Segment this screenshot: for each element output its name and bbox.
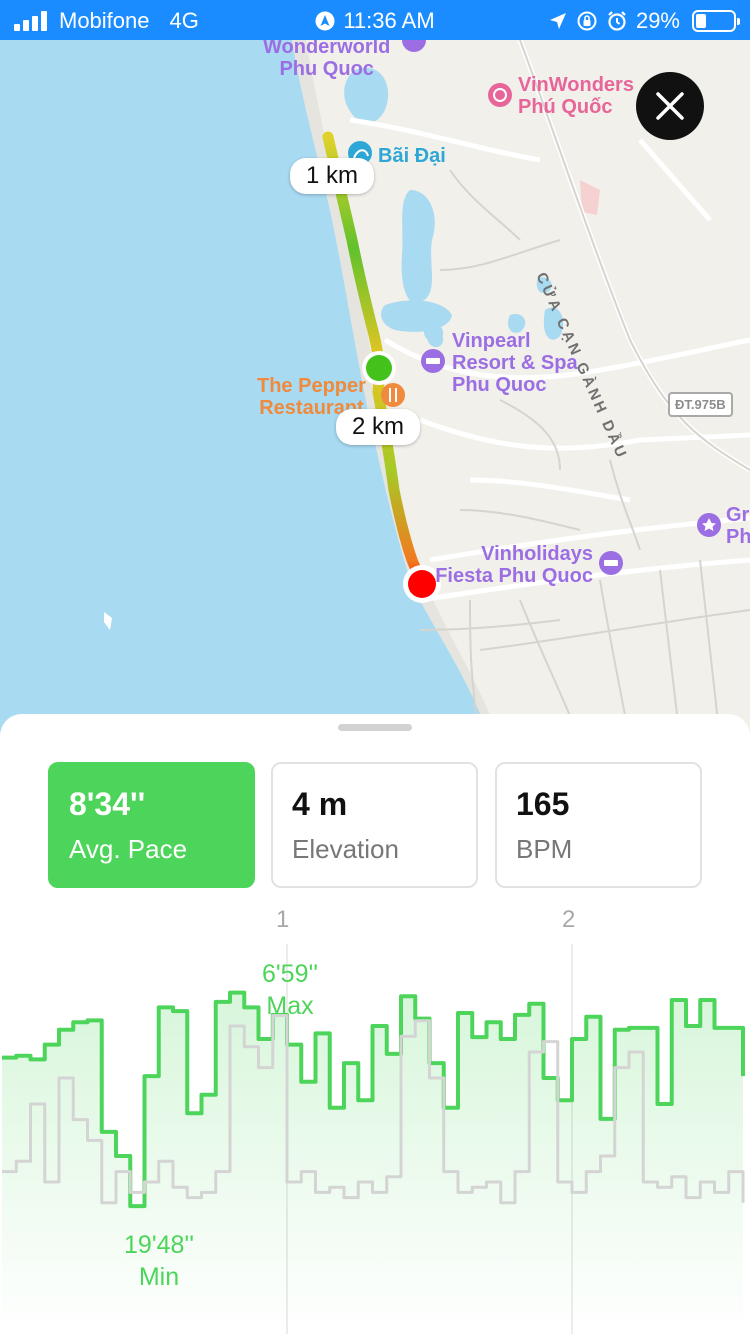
max-pace-label: 6'59'' Max [230,958,350,1022]
stat-card-avg-pace[interactable]: 8'34'' Avg. Pace [48,762,255,888]
stats-sheet: 8'34'' Avg. Pace 4 m Elevation 165 BPM 1… [0,714,750,1334]
stat-label: Elevation [292,834,399,864]
lake [381,300,452,332]
stat-label: Avg. Pace [69,834,188,864]
route-map[interactable]: Wonderworld Phu Quoc VinWonders Phú Quốc… [0,40,750,740]
poi-vinpearl[interactable]: Vinpearl Resort & Spa Phu Quoc [452,330,578,396]
map-base [0,40,750,740]
battery-percentage: 29% [635,8,680,33]
poi-partial-right[interactable]: Gr Ph [726,504,750,548]
km-marker-2: 2 km [336,409,421,445]
km-marker-1: 1 km [290,158,375,194]
restaurant-icon [381,383,405,407]
clock-time: 11:36 AM [343,8,435,33]
poi-vinholidays[interactable]: Vinholidays Fiesta Phu Quoc [430,543,593,587]
orientation-lock-icon [577,11,597,31]
poi-pin-icon [402,40,426,52]
min-caption: Min [138,1263,180,1291]
workout-route-screen: Mobifone 4G 11:36 AM 29% Wonderworld Phu… [0,0,750,1334]
battery-icon [692,10,740,32]
stat-value: 4 m [292,786,348,822]
x-tick-label: 1 [276,906,290,933]
close-button[interactable] [636,72,704,140]
ferris-wheel-icon [488,83,512,107]
poi-bai-dai[interactable]: Bãi Đại [378,145,446,167]
location-arrow-icon [549,13,566,29]
lake [401,190,435,303]
max-value: 6'59'' [261,960,319,988]
battery-fill [696,14,707,28]
x-tick-label: 2 [562,906,576,933]
start-marker [366,355,392,381]
poi-vinwonders[interactable]: VinWonders Phú Quốc [518,74,634,118]
alarm-icon [608,11,626,31]
poi-wonderworld[interactable]: Wonderworld Phu Quoc [263,40,390,80]
stat-label: BPM [516,834,573,864]
max-caption: Max [266,992,314,1020]
road-shield: ĐT.975B [668,392,733,417]
sheet-drag-handle[interactable] [338,724,412,731]
stat-value: 165 [516,786,570,822]
close-icon [656,92,684,120]
status-right: 29% [548,8,740,34]
stat-value: 8'34'' [69,786,146,822]
min-pace-label: 19'48'' Min [99,1229,219,1293]
stat-card-bpm[interactable]: 165 BPM [495,762,702,888]
stat-card-elevation[interactable]: 4 m Elevation [271,762,478,888]
status-bar: Mobifone 4G 11:36 AM 29% [0,0,750,40]
location-active-icon [315,11,335,31]
min-value: 19'48'' [124,1231,194,1259]
